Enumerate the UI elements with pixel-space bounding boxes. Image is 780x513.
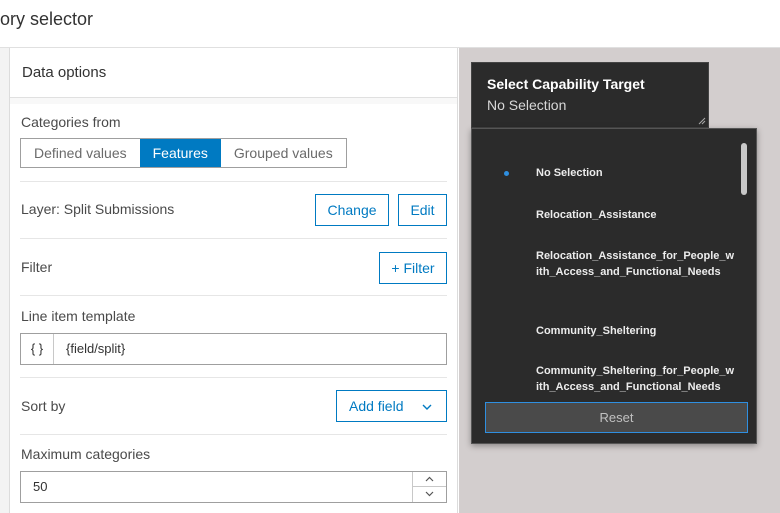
edit-layer-button[interactable]: Edit	[398, 194, 447, 226]
stepper-down-button[interactable]	[413, 487, 446, 502]
top-bar: ory selector	[0, 0, 780, 48]
number-stepper	[412, 472, 446, 502]
panel-content: Categories from Defined values Features …	[10, 104, 457, 513]
chevron-down-icon	[422, 404, 432, 410]
layer-label: Layer: Split Submissions	[21, 201, 175, 217]
max-categories-value: 50	[33, 479, 48, 494]
capability-target-selector[interactable]: Select Capability Target No Selection	[471, 62, 709, 128]
option-item[interactable]: Relocation_Assistance	[536, 207, 736, 223]
chevron-up-icon	[425, 476, 434, 482]
line-item-template-value: {field/split}	[66, 341, 126, 356]
capability-target-title: Select Capability Target	[487, 76, 645, 92]
max-categories-row: Maximum categories 50	[20, 435, 447, 513]
scrollbar-thumb[interactable]	[741, 143, 747, 195]
data-options-panel: Data options Categories from Defined val…	[10, 48, 458, 513]
categories-segmented-control: Defined values Features Grouped values	[20, 138, 347, 168]
sort-by-label: Sort by	[21, 398, 66, 414]
option-item[interactable]: No Selection	[536, 165, 736, 181]
sort-by-row: Sort by Add field	[20, 378, 447, 435]
left-strip	[0, 48, 10, 513]
option-item[interactable]: Community_Sheltering_for_People_with_Acc…	[536, 363, 736, 394]
options-list: No Selection Relocation_Assistance Reloc…	[472, 141, 744, 394]
categories-from-row: Categories from Defined values Features …	[20, 104, 447, 182]
template-expression-icon[interactable]: { }	[21, 334, 54, 364]
panel-body: Categories from Defined values Features …	[10, 98, 457, 513]
filter-row: Filter + Filter	[20, 239, 447, 296]
categories-from-label: Categories from	[21, 114, 121, 130]
line-item-template-label: Line item template	[21, 308, 136, 324]
capability-dropdown: No Selection Relocation_Assistance Reloc…	[471, 128, 757, 444]
line-item-template-input[interactable]: { } {field/split}	[20, 333, 447, 365]
option-item[interactable]: Relocation_Assistance_for_People_with_Ac…	[536, 248, 736, 280]
seg-features[interactable]: Features	[139, 139, 221, 167]
reset-button[interactable]: Reset	[485, 402, 748, 433]
max-categories-input[interactable]: 50	[20, 471, 447, 503]
line-item-template-row: Line item template { } {field/split}	[20, 296, 447, 378]
seg-grouped-values[interactable]: Grouped values	[221, 139, 346, 167]
resize-grip-icon[interactable]	[698, 117, 706, 125]
panel-header: Data options	[10, 48, 457, 98]
capability-target-value: No Selection	[487, 97, 567, 113]
layer-row: Layer: Split Submissions Change Edit	[20, 182, 447, 239]
add-field-label: Add field	[349, 398, 404, 414]
add-filter-button[interactable]: + Filter	[379, 252, 447, 284]
panel-title: Data options	[22, 64, 107, 81]
page-title: ory selector	[0, 9, 94, 29]
seg-defined-values[interactable]: Defined values	[21, 139, 140, 167]
add-sort-field-button[interactable]: Add field	[336, 390, 447, 422]
bullet-icon	[504, 171, 509, 176]
option-item[interactable]: Community_Sheltering	[536, 323, 736, 339]
stepper-up-button[interactable]	[413, 472, 446, 487]
max-categories-label: Maximum categories	[21, 446, 151, 462]
filter-label: Filter	[21, 259, 53, 275]
chevron-down-icon	[425, 491, 434, 497]
change-layer-button[interactable]: Change	[315, 194, 389, 226]
